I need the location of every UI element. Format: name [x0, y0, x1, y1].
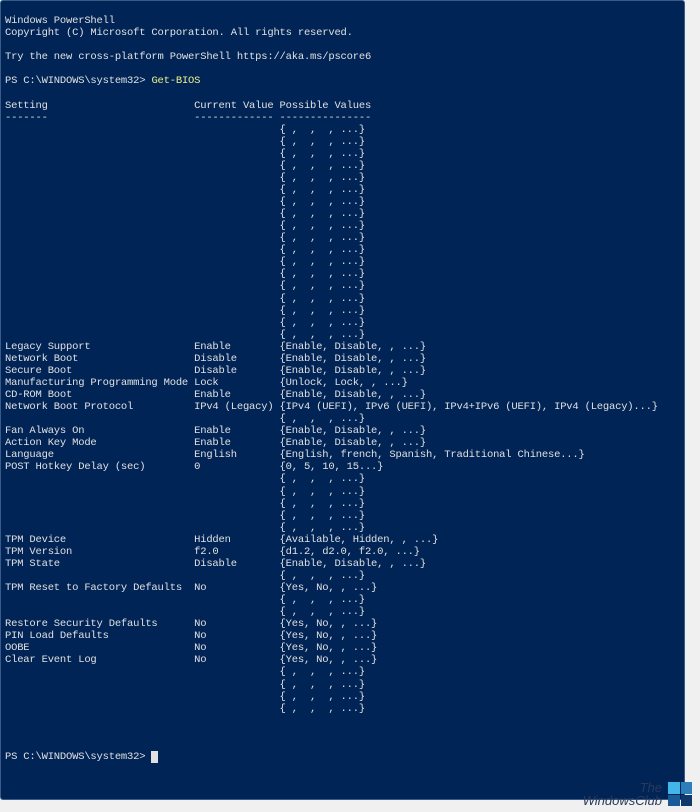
table-rows: { , , , ...} { , , , ...} { , , , ...} {… — [5, 124, 658, 715]
prompt-prefix: PS C:\WINDOWS\system32> — [5, 75, 151, 87]
prompt-line-2[interactable]: PS C:\WINDOWS\system32> — [5, 751, 158, 763]
table-header: Setting Current Value Possible Values — [5, 100, 371, 112]
table-header-dashes: ------- ------------- --------------- — [5, 112, 371, 124]
prompt-prefix-2: PS C:\WINDOWS\system32> — [5, 751, 151, 763]
copyright-line: Copyright (C) Microsoft Corporation. All… — [5, 27, 353, 39]
windowsclub-logo-icon — [668, 782, 692, 806]
try-line: Try the new cross-platform PowerShell ht… — [5, 51, 371, 63]
cursor — [151, 751, 158, 763]
watermark: The WindowsClub — [583, 781, 692, 808]
command-text: Get-BIOS — [151, 75, 200, 87]
prompt-line-1: PS C:\WINDOWS\system32> Get-BIOS — [5, 75, 200, 87]
terminal-content[interactable]: Windows PowerShell Copyright (C) Microso… — [1, 1, 684, 777]
watermark-text: The WindowsClub — [583, 781, 662, 808]
powershell-window[interactable]: Windows PowerShell Copyright (C) Microso… — [0, 0, 685, 800]
title-line: Windows PowerShell — [5, 15, 115, 27]
